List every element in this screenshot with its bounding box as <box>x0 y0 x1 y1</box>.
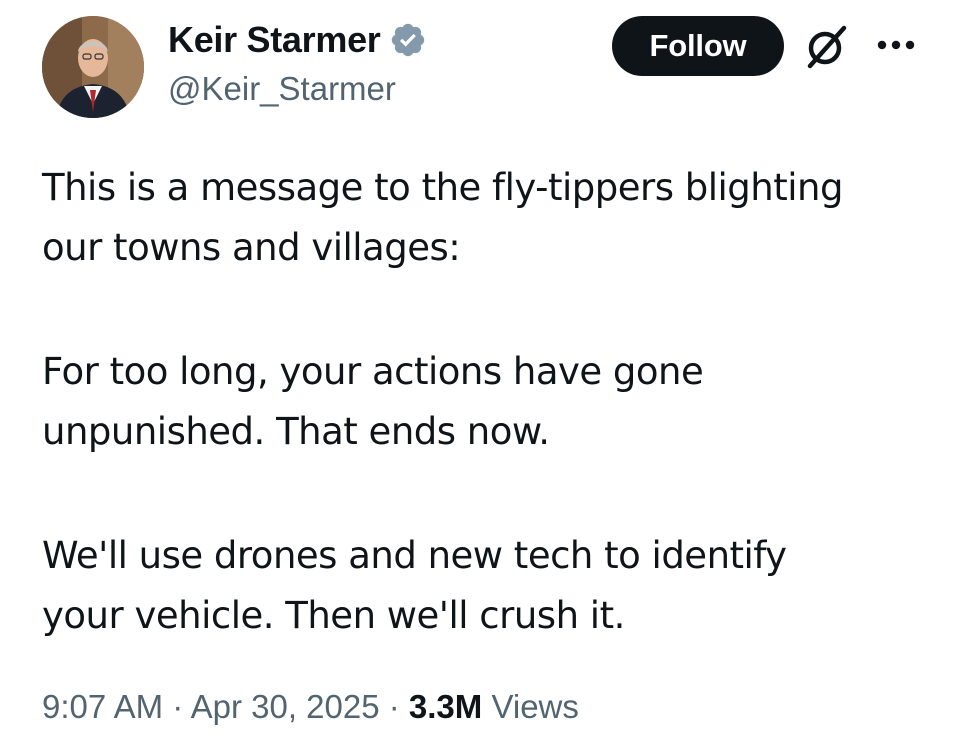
tweet-body: This is a message to the fly-tippers bli… <box>42 158 942 646</box>
meta-separator: · <box>379 688 409 725</box>
tweet-line: unpunished. That ends now. <box>42 410 550 453</box>
author-handle[interactable]: @Keir_Starmer <box>168 70 427 108</box>
verified-badge-icon[interactable] <box>389 21 427 59</box>
name-row: Keir Starmer <box>168 16 427 64</box>
tweet-card: Keir Starmer @Keir_Starmer Follow This i… <box>0 0 964 750</box>
avatar-photo <box>42 16 144 118</box>
avatar[interactable] <box>42 16 144 118</box>
tweet-line: our towns and villages: <box>42 226 461 269</box>
tweet-line: This is a message to the fly-tippers bli… <box>42 166 843 209</box>
tweet-paragraph: This is a message to the fly-tippers bli… <box>42 158 942 278</box>
tweet-paragraph: For too long, your actions have gone unp… <box>42 342 942 462</box>
more-options-icon[interactable] <box>872 30 920 60</box>
tweet-line: For too long, your actions have gone <box>42 350 704 393</box>
follow-button[interactable]: Follow <box>612 16 784 76</box>
tweet-line: We'll use drones and new tech to identif… <box>42 534 787 577</box>
tweet-time[interactable]: 9:07 AM <box>42 688 163 725</box>
meta-separator: · <box>163 688 191 725</box>
grok-icon[interactable] <box>800 22 854 70</box>
views-label: Views <box>482 688 579 725</box>
tweet-paragraph: We'll use drones and new tech to identif… <box>42 526 942 646</box>
views-count: 3.3M <box>408 688 483 725</box>
tweet-date[interactable]: Apr 30, 2025 <box>191 688 380 725</box>
author-block: Keir Starmer @Keir_Starmer <box>168 16 427 108</box>
tweet-meta: 9:07 AM · Apr 30, 2025 · 3.3M Views <box>42 688 579 726</box>
author-display-name[interactable]: Keir Starmer <box>168 19 381 61</box>
tweet-line: your vehicle. Then we'll crush it. <box>42 594 625 637</box>
